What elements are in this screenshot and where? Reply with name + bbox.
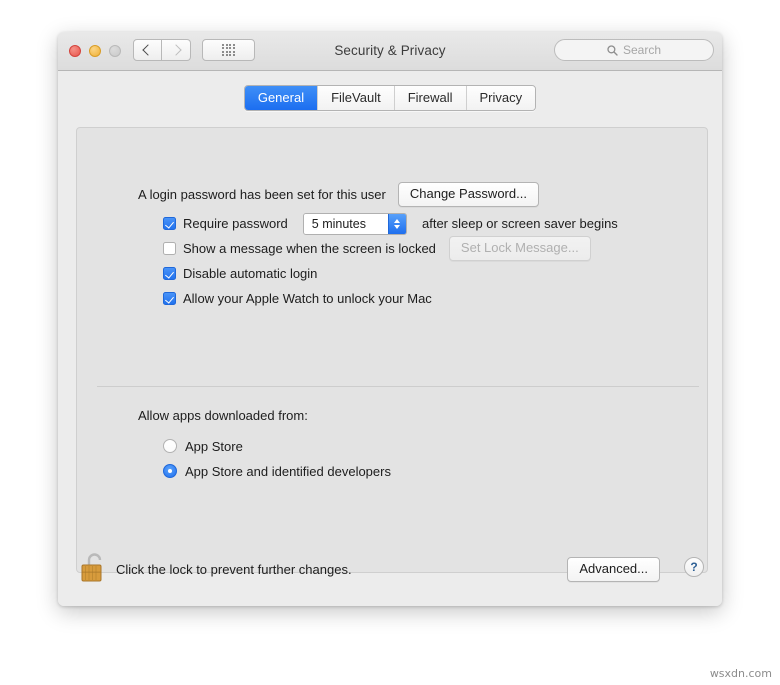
apple-watch-unlock-checkbox[interactable]	[163, 292, 176, 305]
tab-general[interactable]: General	[244, 86, 318, 110]
window-toolbar: Security & Privacy Search	[58, 32, 722, 71]
password-status-label: A login password has been set for this u…	[138, 187, 386, 202]
show-lock-message-checkbox[interactable]	[163, 242, 176, 255]
disable-auto-login-checkbox[interactable]	[163, 267, 176, 280]
stepper-arrows[interactable]	[387, 213, 406, 234]
general-settings-panel: A login password has been set for this u…	[76, 127, 708, 573]
search-input[interactable]: Search	[554, 39, 714, 61]
require-password-row: Require password 5 minutes after sleep o…	[163, 212, 618, 235]
login-password-row: A login password has been set for this u…	[138, 182, 539, 207]
disable-auto-login-label: Disable automatic login	[183, 266, 318, 281]
radio-row-identified-developers: App Store and identified developers	[163, 460, 391, 482]
require-password-label: Require password	[183, 216, 288, 231]
apple-watch-unlock-row: Allow your Apple Watch to unlock your Ma…	[163, 287, 618, 310]
interval-value: 5 minutes	[303, 213, 388, 234]
change-password-button[interactable]: Change Password...	[397, 182, 539, 207]
search-icon	[607, 44, 618, 56]
show-lock-message-label: Show a message when the screen is locked	[183, 241, 436, 256]
app-download-title: Allow apps downloaded from:	[138, 408, 308, 423]
window-body: General FileVault Firewall Privacy A log…	[58, 71, 722, 606]
app-store-radio[interactable]	[163, 439, 177, 453]
security-privacy-window: Security & Privacy Search General FileVa…	[58, 32, 722, 606]
app-store-label: App Store	[185, 438, 243, 454]
tab-firewall[interactable]: Firewall	[393, 86, 466, 110]
require-password-suffix-label: after sleep or screen saver begins	[421, 216, 618, 231]
identified-developers-radio[interactable]	[163, 464, 177, 478]
help-button[interactable]: ?	[684, 557, 704, 577]
watermark: wsxdn.com	[709, 667, 772, 680]
stepper-up-icon[interactable]	[394, 218, 401, 223]
stepper-down-icon[interactable]	[394, 224, 401, 229]
app-download-section: Allow apps downloaded from: App Store Ap…	[138, 408, 391, 485]
identified-developers-label: App Store and identified developers	[185, 463, 391, 479]
tab-bar: General FileVault Firewall Privacy	[58, 85, 722, 111]
tab-filevault[interactable]: FileVault	[317, 86, 394, 110]
advanced-button[interactable]: Advanced...	[567, 557, 660, 582]
window-footer: Click the lock to prevent further change…	[58, 543, 722, 606]
show-lock-message-row: Show a message when the screen is locked…	[163, 236, 618, 261]
search-placeholder: Search	[622, 43, 662, 57]
unlocked-padlock-icon[interactable]	[78, 551, 108, 585]
security-options-list: Require password 5 minutes after sleep o…	[163, 212, 618, 312]
section-divider	[97, 386, 699, 387]
require-password-checkbox[interactable]	[163, 217, 176, 230]
tab-privacy[interactable]: Privacy	[465, 86, 536, 110]
lock-note-label: Click the lock to prevent further change…	[116, 562, 352, 577]
set-lock-message-button: Set Lock Message...	[448, 236, 591, 261]
disable-auto-login-row: Disable automatic login	[163, 262, 618, 285]
radio-row-app-store: App Store	[163, 435, 391, 457]
apple-watch-unlock-label: Allow your Apple Watch to unlock your Ma…	[183, 291, 432, 306]
require-password-interval-stepper[interactable]: 5 minutes	[302, 212, 407, 235]
